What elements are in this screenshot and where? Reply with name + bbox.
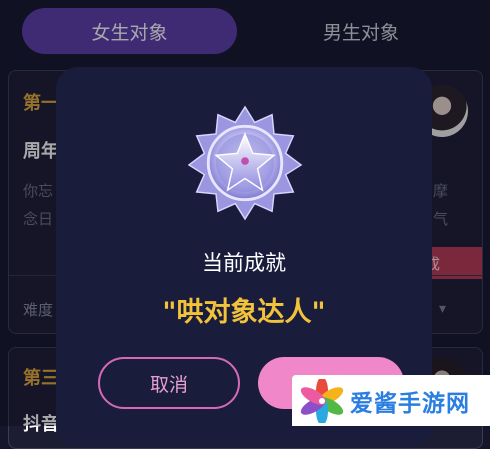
achievement-label: 当前成就 bbox=[202, 251, 286, 275]
watermark: 爱酱手游网 bbox=[292, 375, 490, 426]
cancel-button[interactable]: 取消 bbox=[98, 357, 240, 409]
pinwheel-logo-icon bbox=[300, 378, 344, 423]
achievement-name: "哄对象达人" bbox=[162, 297, 326, 328]
watermark-text: 爱酱手游网 bbox=[350, 390, 470, 417]
star-medal-icon bbox=[187, 105, 303, 221]
